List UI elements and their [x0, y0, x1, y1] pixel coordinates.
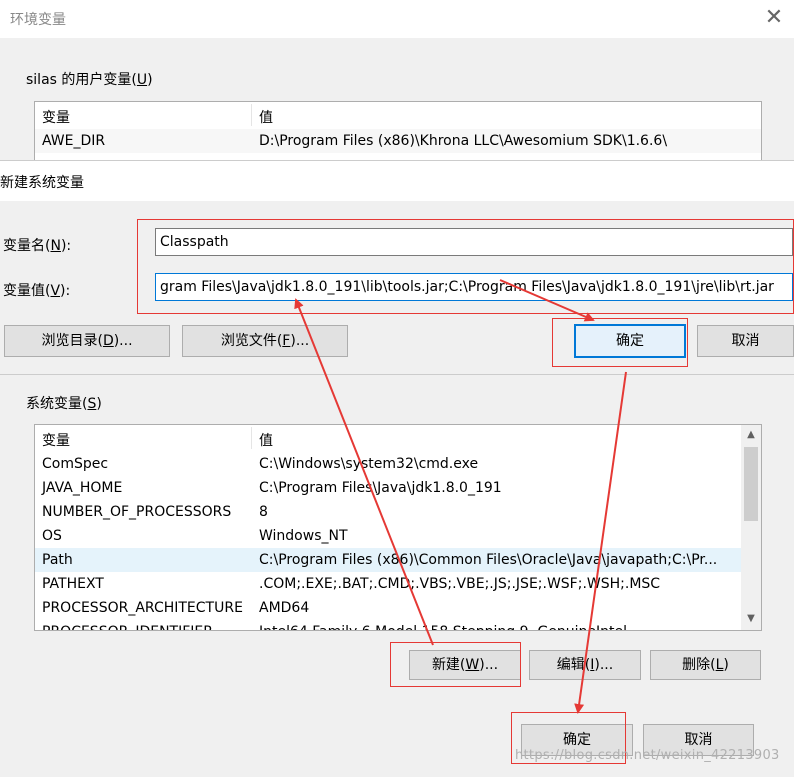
- annotation-arrows: [294, 279, 627, 714]
- arrow-to-new-ok: [499, 279, 595, 322]
- watermark: https://blog.csdn.net/weixin_42213903: [515, 748, 780, 763]
- arrow-to-env-ok: [574, 371, 627, 714]
- arrow-to-fields: [294, 298, 434, 646]
